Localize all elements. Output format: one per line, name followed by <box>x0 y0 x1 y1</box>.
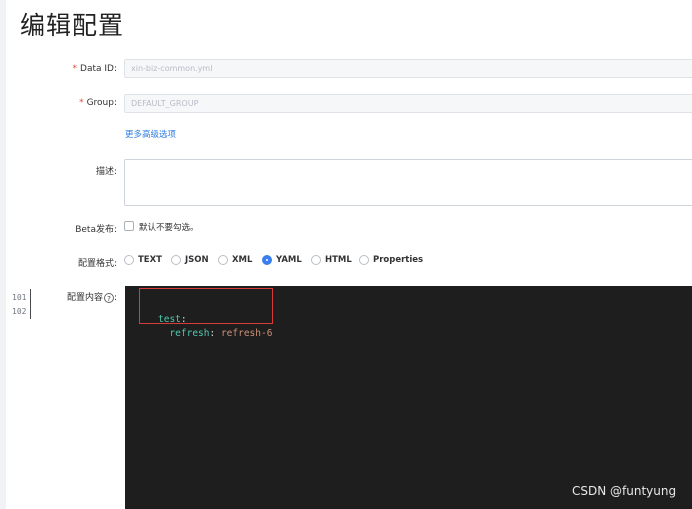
format-radio-html[interactable]: HTML <box>311 255 352 265</box>
annotation-highlight-box <box>139 288 273 324</box>
group-field[interactable]: DEFAULT_GROUP <box>124 94 692 113</box>
data-id-field[interactable]: xin-biz-common.yml <box>124 59 692 78</box>
required-asterisk: * <box>79 98 84 108</box>
radio-label: YAML <box>276 255 302 265</box>
radio-circle[interactable] <box>124 255 134 265</box>
format-radio-yaml[interactable]: YAML <box>262 255 302 265</box>
format-radio-json[interactable]: JSON <box>171 255 209 265</box>
line-number: 101 <box>12 293 27 302</box>
description-label: 描述: <box>95 167 117 177</box>
format-radio-properties[interactable]: Properties <box>359 255 423 265</box>
radio-label: TEXT <box>138 255 162 265</box>
radio-circle-selected[interactable] <box>262 255 272 265</box>
beta-checkbox-label[interactable]: 默认不要勾选。 <box>139 221 199 233</box>
radio-circle[interactable] <box>218 255 228 265</box>
left-border-strip <box>0 0 6 509</box>
format-radio-xml[interactable]: XML <box>218 255 252 265</box>
editor-gutter-divider <box>30 289 31 319</box>
content-label-text: 配置内容 <box>66 293 103 303</box>
format-label: 配置格式: <box>77 259 117 269</box>
description-textarea[interactable] <box>124 159 692 206</box>
radio-circle[interactable] <box>311 255 321 265</box>
data-id-label: * Data ID: <box>73 64 117 74</box>
yaml-value: refresh-6 <box>220 328 273 339</box>
line-number: 102 <box>12 307 27 316</box>
group-label: * Group: <box>79 98 117 108</box>
data-id-label-text: Data ID: <box>80 64 117 74</box>
format-radio-text[interactable]: TEXT <box>124 255 162 265</box>
yaml-colon: : <box>209 328 221 339</box>
radio-circle[interactable] <box>359 255 369 265</box>
required-asterisk: * <box>72 64 78 74</box>
watermark: CSDN @funtyung <box>572 484 677 498</box>
page-title: 编辑配置 <box>20 11 125 40</box>
help-icon[interactable]: ? <box>103 292 114 303</box>
radio-label: XML <box>232 255 253 265</box>
radio-circle[interactable] <box>171 255 181 265</box>
content-label-colon: : <box>113 293 117 303</box>
radio-label: JSON <box>185 255 209 265</box>
code-line: 102 refresh: refresh-6 <box>0 306 272 339</box>
radio-label: Properties <box>373 255 424 265</box>
content-label: 配置内容?: <box>67 290 117 303</box>
beta-label: Beta发布: <box>75 225 117 235</box>
radio-label: HTML <box>325 255 352 265</box>
yaml-key: refresh <box>169 328 210 339</box>
advanced-options-link[interactable]: 更多高级选项 <box>125 128 176 140</box>
group-label-text: Group: <box>86 98 117 108</box>
beta-checkbox[interactable] <box>124 221 134 231</box>
